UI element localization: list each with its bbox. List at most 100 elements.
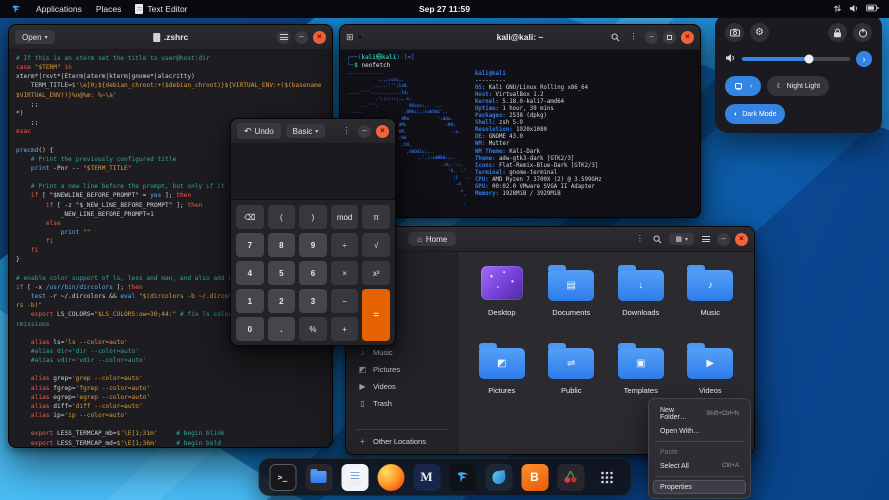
folder-videos[interactable]: ▶ Videos: [677, 334, 745, 408]
calc-key-4[interactable]: 4: [236, 261, 264, 285]
calc-key-multiply[interactable]: ×: [330, 261, 359, 285]
dark-mode-toggle[interactable]: ◐ Dark Mode: [725, 104, 786, 124]
show-apps-icon[interactable]: [593, 464, 620, 491]
power-button[interactable]: [853, 23, 872, 42]
applications-menu[interactable]: Applications: [29, 0, 89, 18]
calc-key-subtract[interactable]: −: [330, 289, 359, 313]
folder-music[interactable]: ♪ Music: [677, 256, 745, 330]
calc-display[interactable]: [231, 144, 395, 200]
terminal-close-button[interactable]: ×: [681, 30, 694, 44]
calc-key-equals[interactable]: =: [362, 289, 390, 341]
calc-key-add[interactable]: +: [330, 317, 359, 341]
new-tab-button[interactable]: ⊞: [346, 32, 354, 43]
kali-tools-icon[interactable]: [449, 463, 476, 491]
calc-key-paren-open[interactable]: (: [267, 205, 296, 229]
editor-minimize-button[interactable]: –: [295, 30, 308, 44]
calc-close-button[interactable]: ×: [376, 124, 389, 138]
settings-button[interactable]: ⚙: [750, 23, 769, 42]
terminal-maximize-button[interactable]: [663, 30, 676, 44]
files-search-button[interactable]: [651, 233, 664, 246]
calc-key-0[interactable]: 0: [236, 317, 264, 341]
view-toggle-button[interactable]: ▦ ▾: [669, 233, 694, 245]
files-titlebar[interactable]: ‹ › ⌂ Home ⋮ ▦ ▾ – ×: [346, 227, 754, 252]
folder-templates[interactable]: ▣ Templates: [607, 334, 675, 408]
menu-item-new-folder[interactable]: New Folder… Shift+Ctrl+N: [653, 403, 746, 424]
calc-key-9[interactable]: 9: [299, 233, 327, 257]
volume-slider[interactable]: [742, 54, 850, 64]
terminal-kebab-menu[interactable]: ⋮: [627, 31, 640, 44]
calc-key-mod[interactable]: mod: [330, 205, 359, 229]
calc-key-divide[interactable]: ÷: [330, 233, 359, 257]
code-line: xterm*|rxvt*|Eterm|aterm|kterm|gnome*|al…: [16, 73, 195, 81]
burpsuite-icon[interactable]: B: [521, 463, 548, 491]
sidebar-item-pictures[interactable]: ◩ Pictures: [351, 361, 452, 378]
calc-key-5[interactable]: 5: [267, 261, 296, 285]
folder-downloads[interactable]: ↓ Downloads: [607, 256, 675, 330]
editor-menu-button[interactable]: [277, 30, 290, 44]
calc-key-2[interactable]: 2: [267, 289, 296, 313]
calc-key-backspace[interactable]: ⌫: [236, 205, 264, 229]
network-toggle[interactable]: ›: [725, 76, 762, 96]
audio-output-button[interactable]: ›: [856, 51, 872, 67]
volume-knob[interactable]: [804, 54, 814, 64]
menu-item-properties[interactable]: Properties: [653, 480, 746, 494]
mode-selector[interactable]: Basic ▾: [285, 124, 326, 138]
terminal-minimize-button[interactable]: –: [645, 30, 658, 44]
sidebar-item-videos[interactable]: ▶ Videos: [351, 378, 452, 395]
files-close-button[interactable]: ×: [735, 232, 748, 246]
calc-kebab-menu[interactable]: ⋮: [340, 125, 353, 138]
calc-key-8[interactable]: 8: [267, 233, 296, 257]
calc-key-square[interactable]: x²: [362, 261, 390, 285]
firefox-icon[interactable]: [377, 463, 404, 491]
sidebar-item-other-locations[interactable]: + Other Locations: [351, 433, 452, 450]
cherrytree-icon[interactable]: [557, 463, 584, 491]
chevron-down-icon[interactable]: ▾: [359, 34, 362, 41]
calc-minimize-button[interactable]: –: [358, 124, 371, 138]
neofetch-info-row: GPU: 00:02.0 VMware SVGA II Adapter: [475, 183, 595, 190]
menu-item-paste[interactable]: Paste: [653, 445, 746, 459]
files-minimize-button[interactable]: –: [717, 232, 730, 246]
terminal-search-button[interactable]: [609, 31, 622, 44]
breadcrumb[interactable]: ⌂ Home: [408, 232, 457, 246]
calculator-titlebar[interactable]: ↶ Undo Basic ▾ ⋮ – ×: [231, 119, 395, 144]
battery-icon[interactable]: [866, 4, 879, 14]
network-icon[interactable]: [833, 4, 842, 15]
calc-key-pi[interactable]: π: [362, 205, 390, 229]
files-kebab-menu[interactable]: ⋮: [633, 233, 646, 246]
menu-item-open-with[interactable]: Open With…: [653, 424, 746, 438]
calc-key-sqrt[interactable]: √: [362, 233, 390, 257]
undo-button[interactable]: ↶ Undo: [237, 123, 281, 139]
kali-logo-icon[interactable]: [4, 0, 29, 18]
calc-key-percent[interactable]: %: [299, 317, 327, 341]
screenshot-button[interactable]: [725, 23, 744, 42]
sidebar-item-music[interactable]: ♪ Music: [351, 344, 452, 361]
wireshark-icon[interactable]: [485, 463, 512, 491]
calc-key-paren-close[interactable]: ): [299, 205, 327, 229]
text-editor-icon[interactable]: [341, 463, 368, 491]
terminal-icon[interactable]: >_: [269, 463, 296, 491]
calc-key-1[interactable]: 1: [236, 289, 264, 313]
files-menu-button[interactable]: [699, 233, 712, 246]
editor-close-button[interactable]: ×: [313, 30, 326, 44]
folder-documents[interactable]: ▤ Documents: [538, 256, 606, 330]
calc-key-point[interactable]: .: [267, 317, 296, 341]
calc-key-6[interactable]: 6: [299, 261, 327, 285]
editor-titlebar[interactable]: Open ▾ .zshrc – ×: [9, 25, 332, 50]
places-menu[interactable]: Places: [89, 0, 129, 18]
open-button[interactable]: Open ▾: [15, 30, 55, 44]
sidebar-item-trash[interactable]: ▯ Trash: [351, 395, 452, 412]
volume-icon[interactable]: [849, 4, 859, 15]
lock-button[interactable]: [828, 23, 847, 42]
focused-app-menu[interactable]: Text Editor: [128, 0, 194, 18]
clock[interactable]: Sep 27 11:59: [419, 4, 470, 14]
files-icon[interactable]: [305, 463, 332, 491]
menu-item-select-all[interactable]: Select All Ctrl+A: [653, 459, 746, 473]
terminal-titlebar[interactable]: ⊞ ▾ kali@kali: ~ ⋮ – ×: [340, 25, 700, 50]
folder-public[interactable]: ⇌ Public: [538, 334, 606, 408]
folder-desktop[interactable]: Desktop: [468, 256, 536, 330]
night-light-toggle[interactable]: ☾ Night Light: [767, 76, 830, 96]
folder-pictures[interactable]: ◩ Pictures: [468, 334, 536, 408]
metasploit-icon[interactable]: M: [413, 463, 440, 491]
calc-key-7[interactable]: 7: [236, 233, 264, 257]
calc-key-3[interactable]: 3: [299, 289, 327, 313]
